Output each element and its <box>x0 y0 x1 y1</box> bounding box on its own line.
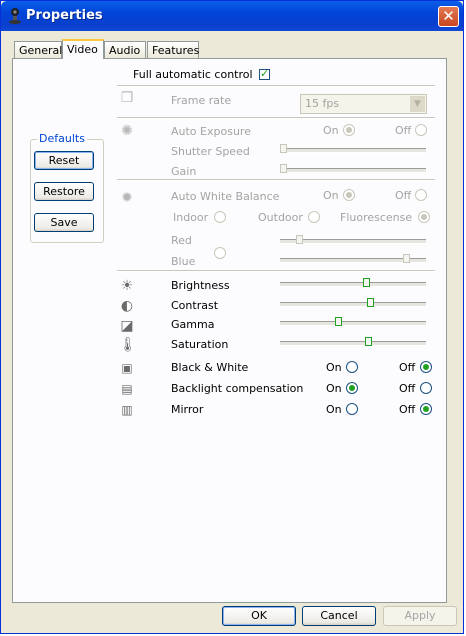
frame-rate-label: Frame rate <box>171 94 232 107</box>
black-white-label: Black & White <box>171 361 249 374</box>
gamma-icon: ◪ <box>120 318 134 334</box>
saturation-slider[interactable] <box>280 341 426 346</box>
title-bar[interactable]: Properties ✕ <box>1 1 463 31</box>
dialog-body: General Video Audio Features Full automa… <box>4 31 460 631</box>
tab-audio[interactable]: Audio <box>104 41 146 58</box>
outdoor-radio[interactable] <box>308 211 320 223</box>
black-white-on-label: On <box>326 361 342 374</box>
gain-thumb[interactable] <box>280 164 287 173</box>
backlight-off-label: Off <box>399 382 416 395</box>
shutter-speed-thumb[interactable] <box>280 144 287 153</box>
black-white-icon: ▣ <box>121 361 133 375</box>
blue-thumb[interactable] <box>403 254 410 263</box>
brightness-label: Brightness <box>171 279 230 292</box>
tab-video[interactable]: Video <box>62 39 104 59</box>
close-button[interactable]: ✕ <box>438 6 459 27</box>
backlight-label: Backlight compensation <box>171 382 304 395</box>
blue-label: Blue <box>171 255 196 268</box>
mirror-on-label: On <box>326 403 342 416</box>
mirror-off-radio[interactable] <box>420 403 432 415</box>
tab-features[interactable]: Features <box>147 41 199 58</box>
gamma-label: Gamma <box>171 318 215 331</box>
red-label: Red <box>171 234 192 247</box>
exposure-on-radio[interactable] <box>343 124 355 136</box>
brightness-thumb[interactable] <box>363 278 370 287</box>
ok-button[interactable]: OK <box>222 606 296 626</box>
contrast-label: Contrast <box>171 299 219 312</box>
indoor-radio[interactable] <box>214 211 226 223</box>
full-auto-checkbox[interactable] <box>259 67 270 80</box>
exposure-off-radio[interactable] <box>415 124 427 136</box>
white-balance-off-radio[interactable] <box>415 189 427 201</box>
white-balance-on-radio[interactable] <box>343 189 355 201</box>
contrast-icon: ◐ <box>120 298 134 314</box>
black-white-on-radio[interactable] <box>346 361 358 373</box>
frame-rate-value: 15 fps <box>305 97 340 110</box>
red-blue-link-radio[interactable] <box>214 247 226 259</box>
saturation-label: Saturation <box>171 338 229 351</box>
outdoor-label: Outdoor <box>258 211 303 224</box>
frame-rate-icon: ❐ <box>120 90 134 106</box>
contrast-slider[interactable] <box>280 302 426 307</box>
close-icon: ✕ <box>442 7 455 25</box>
fluorescence-radio[interactable] <box>418 211 430 223</box>
saturation-thumb[interactable] <box>365 337 372 346</box>
webcam-icon <box>9 8 21 24</box>
white-balance-icon: ✹ <box>121 190 133 206</box>
backlight-on-label: On <box>326 382 342 395</box>
divider <box>117 270 435 272</box>
defaults-legend: Defaults <box>37 132 87 145</box>
indoor-label: Indoor <box>173 211 209 224</box>
divider <box>117 117 435 119</box>
mirror-icon: ▥ <box>121 403 133 417</box>
divider <box>117 85 435 87</box>
tab-general[interactable]: General <box>14 41 62 58</box>
save-button[interactable]: Save <box>34 213 94 232</box>
white-balance-on-label: On <box>323 189 339 202</box>
gain-slider[interactable] <box>280 168 426 173</box>
fluorescence-label: Fluorescense <box>340 211 413 224</box>
video-tab-panel: Full automatic control Defaults Reset Re… <box>12 58 447 603</box>
divider <box>117 179 435 181</box>
properties-window: Properties ✕ General Video Audio Feature… <box>0 0 464 634</box>
gain-label: Gain <box>171 165 197 178</box>
exposure-icon: ✺ <box>121 123 133 139</box>
exposure-on-label: On <box>323 124 339 137</box>
black-white-off-label: Off <box>399 361 416 374</box>
mirror-label: Mirror <box>171 403 204 416</box>
gamma-thumb[interactable] <box>335 317 342 326</box>
gamma-slider[interactable] <box>280 321 426 326</box>
shutter-speed-label: Shutter Speed <box>171 145 250 158</box>
window-title: Properties <box>26 8 103 23</box>
exposure-off-label: Off <box>395 124 412 137</box>
auto-white-balance-label: Auto White Balance <box>171 190 280 203</box>
reset-button[interactable]: Reset <box>34 151 94 170</box>
white-balance-off-label: Off <box>395 189 412 202</box>
chevron-down-icon: ▼ <box>410 96 425 112</box>
red-thumb[interactable] <box>296 235 303 244</box>
full-auto-label: Full automatic control <box>133 68 253 81</box>
auto-exposure-label: Auto Exposure <box>171 125 251 138</box>
contrast-thumb[interactable] <box>367 298 374 307</box>
brightness-slider[interactable] <box>280 282 426 287</box>
brightness-icon: ☀ <box>120 278 134 294</box>
frame-rate-select[interactable]: 15 fps ▼ <box>300 94 427 114</box>
saturation-icon: 🌡 <box>119 337 137 353</box>
black-white-off-radio[interactable] <box>420 361 432 373</box>
cancel-button[interactable]: Cancel <box>302 606 376 626</box>
backlight-on-radio[interactable] <box>346 382 358 394</box>
apply-button[interactable]: Apply <box>383 606 457 626</box>
shutter-speed-slider[interactable] <box>280 148 426 153</box>
backlight-icon: ▤ <box>121 382 133 396</box>
backlight-off-radio[interactable] <box>420 382 432 394</box>
mirror-on-radio[interactable] <box>346 403 358 415</box>
restore-button[interactable]: Restore <box>34 182 94 201</box>
mirror-off-label: Off <box>399 403 416 416</box>
